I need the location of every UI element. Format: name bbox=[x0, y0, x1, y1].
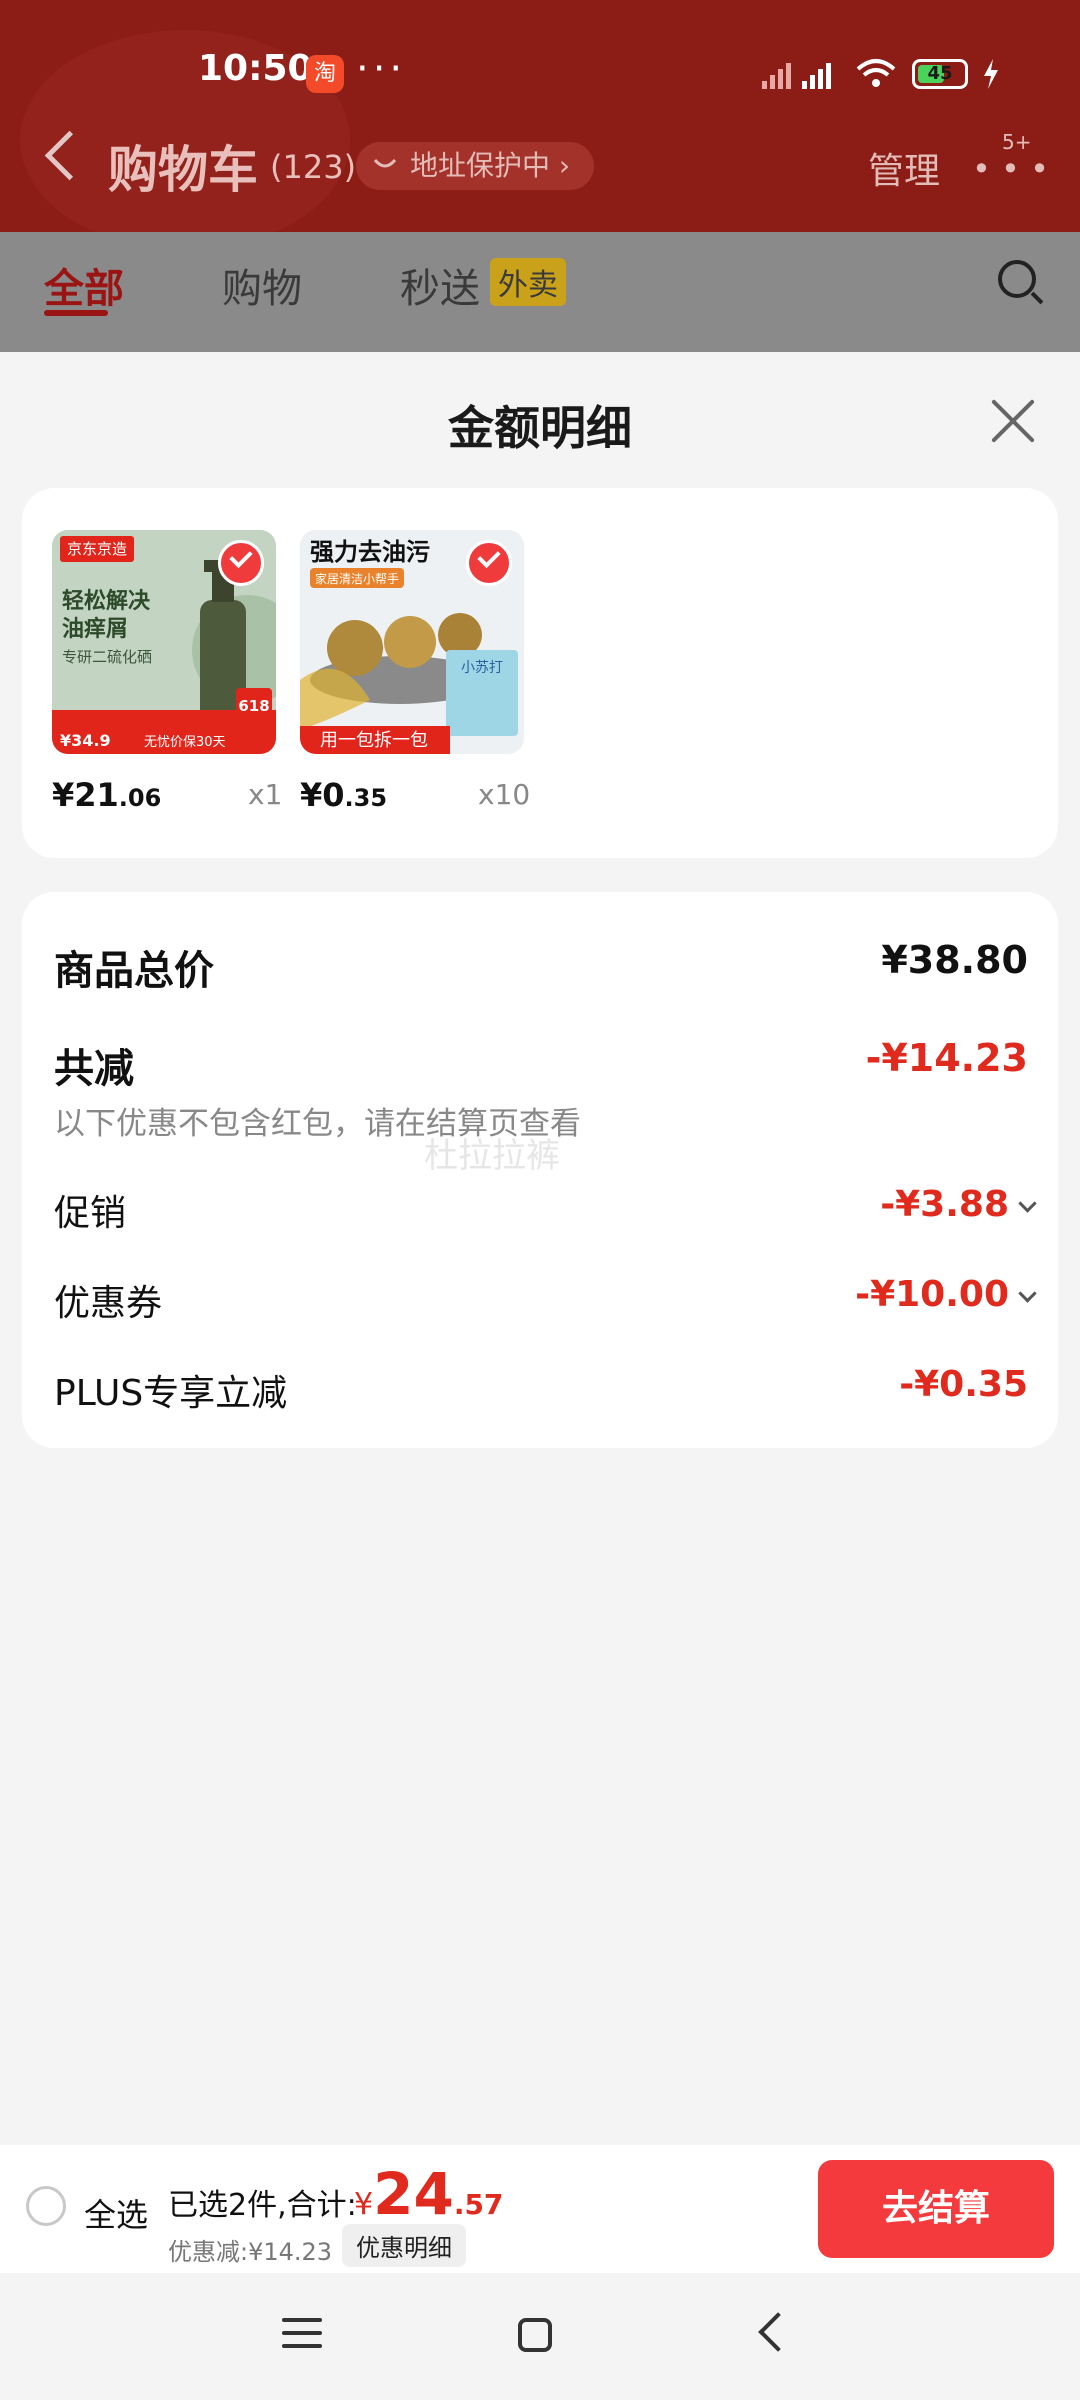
more-icon[interactable]: • • • bbox=[972, 150, 1049, 188]
promotion-row[interactable]: -¥3.88 bbox=[880, 1184, 1037, 1225]
plus-discount-value: -¥0.35 bbox=[899, 1364, 1028, 1405]
checkout-button[interactable]: 去结算 bbox=[818, 2160, 1054, 2258]
coupon-value: -¥10.00 bbox=[855, 1274, 1009, 1315]
address-protection-pill[interactable]: 地址保护中 › bbox=[356, 142, 595, 190]
notification-badge: 5+ bbox=[1002, 130, 1032, 154]
tab-instant[interactable]: 秒送 bbox=[400, 256, 480, 314]
total-amount: ¥24.57 bbox=[354, 2160, 504, 2228]
svg-text:618: 618 bbox=[238, 697, 269, 715]
select-all-label[interactable]: 全选 bbox=[84, 2190, 148, 2236]
sheet-title: 金额明细 bbox=[448, 401, 632, 455]
product-qty: x1 bbox=[248, 778, 283, 811]
search-icon[interactable] bbox=[998, 260, 1036, 298]
promotion-label: 促销 bbox=[54, 1193, 127, 1234]
discount-detail-button[interactable]: 优惠明细 bbox=[342, 2224, 466, 2267]
svg-text:小苏打: 小苏打 bbox=[461, 659, 503, 676]
total-reduction-label: 共减 bbox=[54, 1046, 134, 1092]
signal-icon bbox=[762, 63, 831, 89]
product-thumbnail-shampoo[interactable]: 京东京造 轻松解决 油痒屑 专研二硫化硒 ¥34.9 无忧价保30天 618 bbox=[52, 530, 276, 754]
total-price-label: 商品总价 bbox=[54, 948, 214, 994]
manage-button[interactable]: 管理 bbox=[868, 142, 940, 194]
svg-text:油痒屑: 油痒屑 bbox=[62, 616, 128, 642]
select-all-radio[interactable] bbox=[26, 2186, 66, 2226]
page-title: 购物车 bbox=[108, 141, 258, 199]
watermark-text: 杜拉拉裤 bbox=[424, 1136, 560, 1176]
tab-shopping[interactable]: 购物 bbox=[222, 256, 302, 314]
nav-home-icon[interactable] bbox=[518, 2318, 552, 2352]
selected-check-icon[interactable] bbox=[218, 540, 264, 586]
coupon-row[interactable]: -¥10.00 bbox=[855, 1274, 1037, 1315]
promotion-value: -¥3.88 bbox=[880, 1184, 1009, 1225]
total-price-value: ¥38.80 bbox=[881, 938, 1028, 982]
coupon-label: 优惠券 bbox=[54, 1283, 163, 1324]
svg-text:¥34.9: ¥34.9 bbox=[60, 731, 111, 750]
taobao-app-icon: 淘 bbox=[306, 55, 344, 93]
status-indicators: 45 bbox=[760, 56, 1000, 92]
selected-summary: 已选2件,合计: bbox=[168, 2188, 357, 2223]
close-icon[interactable] bbox=[990, 398, 1036, 444]
wifi-icon bbox=[856, 59, 896, 87]
charging-icon bbox=[984, 59, 998, 89]
chevron-down-icon[interactable] bbox=[1018, 1194, 1037, 1213]
svg-text:专研二硫化硒: 专研二硫化硒 bbox=[62, 648, 152, 666]
svg-text:京东京造: 京东京造 bbox=[67, 540, 127, 558]
product-price: ¥0.35 bbox=[300, 776, 388, 814]
product-thumbnail-baking-soda[interactable]: 强力去油污 家居清洁小帮手 小苏打 用一包拆一包 bbox=[300, 530, 524, 754]
svg-text:强力去油污: 强力去油污 bbox=[310, 538, 430, 566]
svg-text:轻松解决: 轻松解决 bbox=[62, 588, 151, 614]
selected-check-icon[interactable] bbox=[466, 540, 512, 586]
battery-icon: 45 bbox=[912, 59, 968, 89]
nav-menu-icon[interactable] bbox=[282, 2318, 322, 2348]
discount-summary: 优惠减:¥14.23 bbox=[168, 2238, 333, 2266]
status-time: 10:50 bbox=[198, 48, 313, 89]
smile-shield-icon bbox=[373, 158, 397, 168]
plus-discount-label: PLUS专享立减 bbox=[54, 1373, 288, 1414]
tab-active-indicator bbox=[44, 310, 108, 316]
total-reduction-value: -¥14.23 bbox=[865, 1036, 1028, 1080]
cart-count: (123) bbox=[270, 148, 357, 186]
waimai-badge[interactable]: 外卖 bbox=[490, 258, 566, 306]
svg-text:家居清洁小帮手: 家居清洁小帮手 bbox=[315, 571, 399, 586]
svg-text:用一包拆一包: 用一包拆一包 bbox=[320, 730, 428, 751]
address-pill-label: 地址保护中 bbox=[410, 149, 551, 182]
status-more-icon: ··· bbox=[356, 46, 407, 92]
svg-text:无忧价保30天: 无忧价保30天 bbox=[144, 735, 226, 750]
tab-all[interactable]: 全部 bbox=[44, 256, 124, 314]
chevron-down-icon[interactable] bbox=[1018, 1284, 1037, 1303]
product-price: ¥21.06 bbox=[52, 776, 162, 814]
product-qty: x10 bbox=[478, 778, 531, 811]
